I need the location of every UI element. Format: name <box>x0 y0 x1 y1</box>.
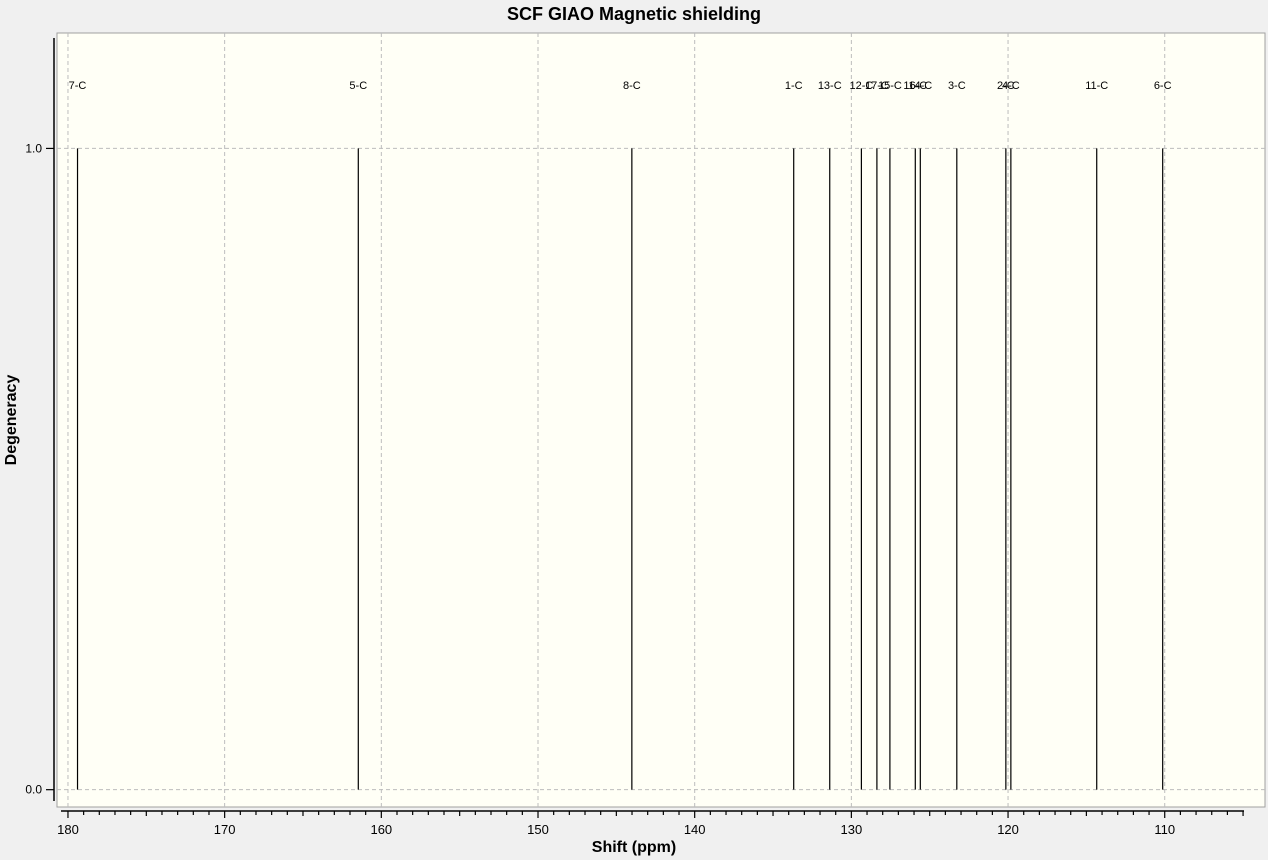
x-tick-label: 130 <box>841 822 863 837</box>
x-tick-label: 140 <box>684 822 706 837</box>
peak-label: 3-C <box>948 80 966 92</box>
peak-label: 15-C <box>878 80 902 92</box>
peak-label: 5-C <box>349 80 367 92</box>
peak-label: 13-C <box>818 80 842 92</box>
peak-label: 14-C <box>908 80 932 92</box>
spectrum-chart: 180 170 160 150 140 130 120 110 0.0 1.0 7-C 5-C 8-C 1… <box>25 32 1266 837</box>
y-tick-label: 0.0 <box>25 783 42 797</box>
x-tick-label: 170 <box>214 822 236 837</box>
x-tick-label: 160 <box>370 822 392 837</box>
peak-label: 8-C <box>623 80 641 92</box>
y-tick-label: 1.0 <box>25 141 42 155</box>
x-tick-label: 180 <box>57 822 79 837</box>
peak-label: 6-C <box>1154 80 1172 92</box>
x-tick-label: 150 <box>527 822 549 837</box>
x-tick-label: 120 <box>997 822 1019 837</box>
plot-area <box>56 32 1266 808</box>
peak-label: 4-C <box>1002 80 1020 92</box>
peak-label: 11-C <box>1085 80 1108 92</box>
peak-label: 7-C <box>69 80 87 92</box>
peak-label: 1-C <box>785 80 803 92</box>
x-tick-label: 110 <box>1154 822 1175 837</box>
